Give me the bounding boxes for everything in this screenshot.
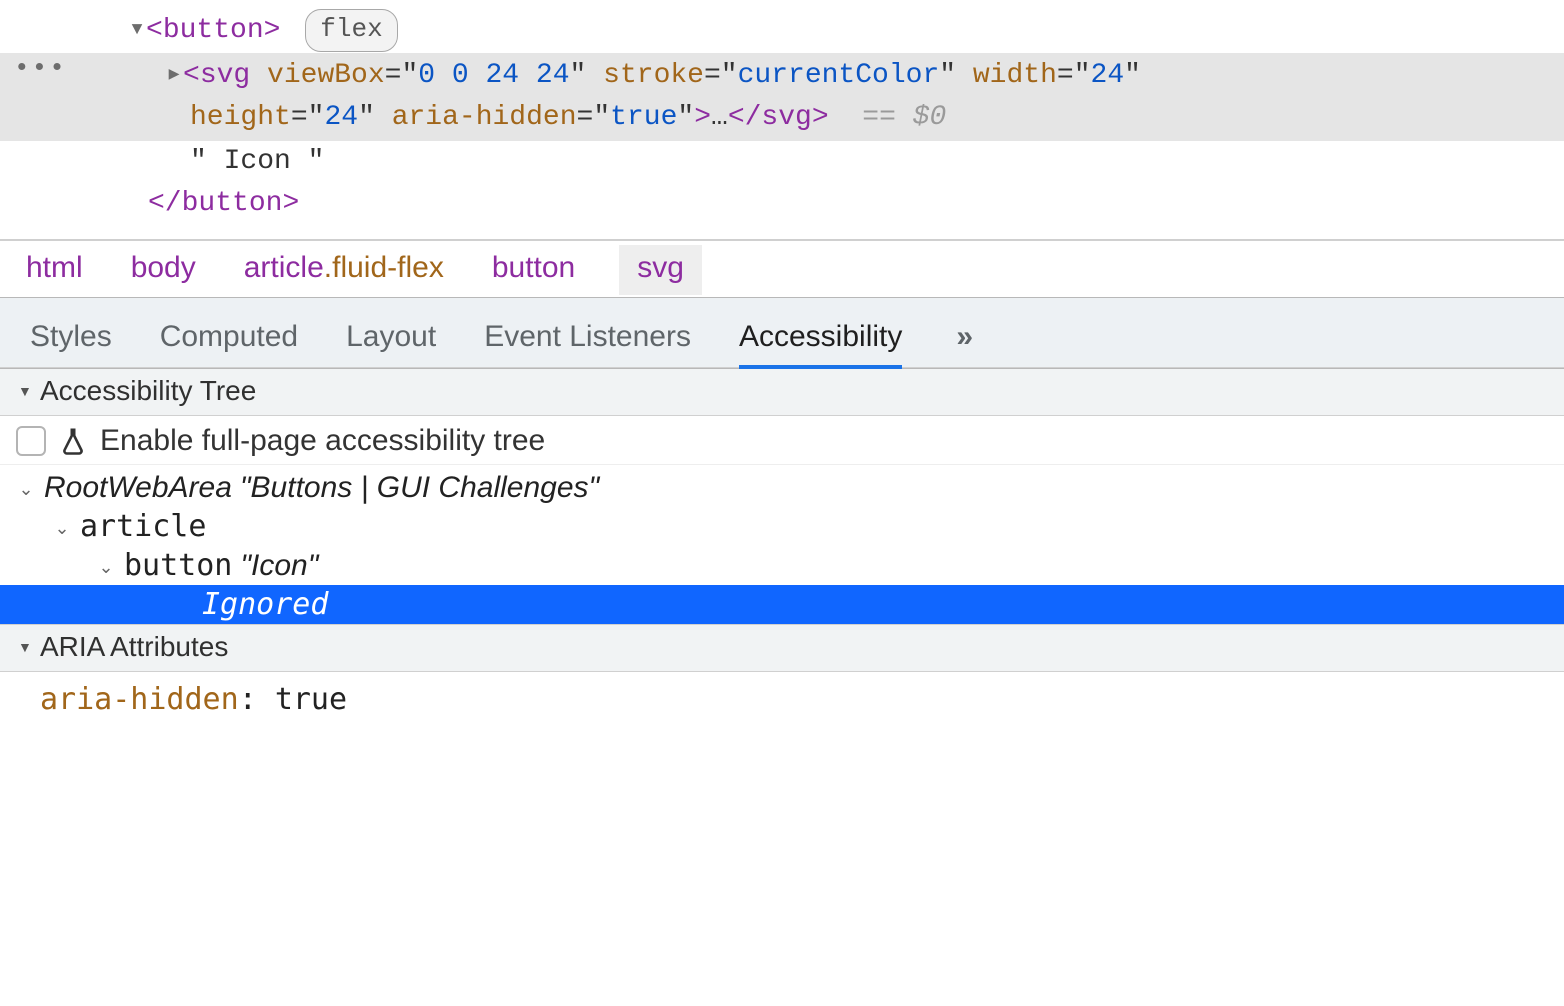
flex-badge[interactable]: flex xyxy=(305,9,397,52)
a11y-name: "Buttons | GUI Challenges" xyxy=(240,471,599,505)
attr-value: 24 xyxy=(324,102,358,133)
breadcrumb-item[interactable]: html xyxy=(22,249,87,287)
breadcrumb-item[interactable]: article.fluid-flex xyxy=(240,249,448,287)
a11y-name: "Icon" xyxy=(240,549,318,583)
a11y-role: RootWebArea xyxy=(44,471,232,505)
enable-label: Enable full-page accessibility tree xyxy=(100,424,545,458)
a11y-role: button xyxy=(124,548,232,583)
attr-name: width xyxy=(973,60,1057,91)
checkbox[interactable] xyxy=(16,426,46,456)
attr-name: aria-hidden xyxy=(392,102,577,133)
svg-tag-name: svg xyxy=(200,60,250,91)
a11y-node-root[interactable]: ⌄ RootWebArea "Buttons | GUI Challenges" xyxy=(10,469,1564,507)
expand-toggle-icon[interactable]: ▼ xyxy=(128,17,146,44)
breadcrumb-item[interactable]: body xyxy=(127,249,200,287)
beaker-icon xyxy=(58,426,88,456)
dom-node-svg-selected[interactable]: ••• ▶<svg viewBox="0 0 24 24" stroke="cu… xyxy=(0,53,1564,141)
tab-accessibility[interactable]: Accessibility xyxy=(739,312,902,368)
a11y-role: article xyxy=(80,509,206,544)
chevron-down-icon[interactable]: ⌄ xyxy=(16,479,36,500)
a11y-tree[interactable]: ⌄ RootWebArea "Buttons | GUI Challenges"… xyxy=(0,465,1564,624)
a11y-node-ignored-selected[interactable]: Ignored xyxy=(0,585,1564,624)
tab-event-listeners[interactable]: Event Listeners xyxy=(484,312,691,368)
breadcrumb-item[interactable]: button xyxy=(488,249,579,287)
aria-attr-key: aria-hidden xyxy=(40,682,239,717)
aria-attr-value: true xyxy=(275,682,347,717)
a11y-node-button[interactable]: ⌄ button "Icon" xyxy=(10,546,1564,585)
collapse-toggle-icon[interactable]: ▼ xyxy=(18,639,32,655)
attr-value: currentColor xyxy=(738,60,940,91)
attr-name: height xyxy=(190,102,291,133)
selected-ref: == $0 xyxy=(862,102,946,133)
collapse-toggle-icon[interactable]: ▼ xyxy=(18,383,32,399)
enable-full-page-a11y-tree-row[interactable]: Enable full-page accessibility tree xyxy=(0,416,1564,465)
dom-tree-panel[interactable]: ▼<button> flex ••• ▶<svg viewBox="0 0 24… xyxy=(0,0,1564,240)
tab-more-icon[interactable]: » xyxy=(956,312,977,368)
attr-value: true xyxy=(610,102,677,133)
section-title: Accessibility Tree xyxy=(40,375,256,407)
chevron-down-icon[interactable]: ⌄ xyxy=(96,557,116,578)
dom-text-node[interactable]: " Icon " xyxy=(0,141,1564,183)
aria-attributes-list: aria-hidden: true xyxy=(0,672,1564,747)
expand-toggle-icon[interactable]: ▶ xyxy=(165,62,183,89)
dom-node-button-close: </button> xyxy=(0,183,1564,225)
tab-styles[interactable]: Styles xyxy=(30,312,112,368)
chevron-down-icon[interactable]: ⌄ xyxy=(52,518,72,539)
sidebar-subtabs[interactable]: Styles Computed Layout Event Listeners A… xyxy=(0,298,1564,369)
breadcrumb-item-current[interactable]: svg xyxy=(619,245,702,295)
attr-name: stroke xyxy=(603,60,704,91)
more-actions-icon[interactable]: ••• xyxy=(14,55,67,81)
breadcrumb[interactable]: html body article.fluid-flex button svg xyxy=(0,240,1564,298)
attr-name: viewBox xyxy=(267,60,385,91)
attr-value: 0 0 24 24 xyxy=(418,60,569,91)
accessibility-panel: ▼ Accessibility Tree Enable full-page ac… xyxy=(0,369,1564,747)
tab-layout[interactable]: Layout xyxy=(346,312,436,368)
a11y-node-article[interactable]: ⌄ article xyxy=(10,507,1564,546)
section-title: ARIA Attributes xyxy=(40,631,228,663)
dom-node-button-open[interactable]: ▼<button> flex xyxy=(0,10,1564,53)
section-header-a11y-tree[interactable]: ▼ Accessibility Tree xyxy=(0,369,1564,416)
attr-value: 24 xyxy=(1091,60,1125,91)
tab-computed[interactable]: Computed xyxy=(160,312,298,368)
a11y-ignored-label: Ignored xyxy=(202,587,328,622)
section-header-aria-attrs[interactable]: ▼ ARIA Attributes xyxy=(0,624,1564,672)
collapsed-ellipsis[interactable]: … xyxy=(711,102,728,133)
svg-close-tag: svg xyxy=(761,102,811,133)
